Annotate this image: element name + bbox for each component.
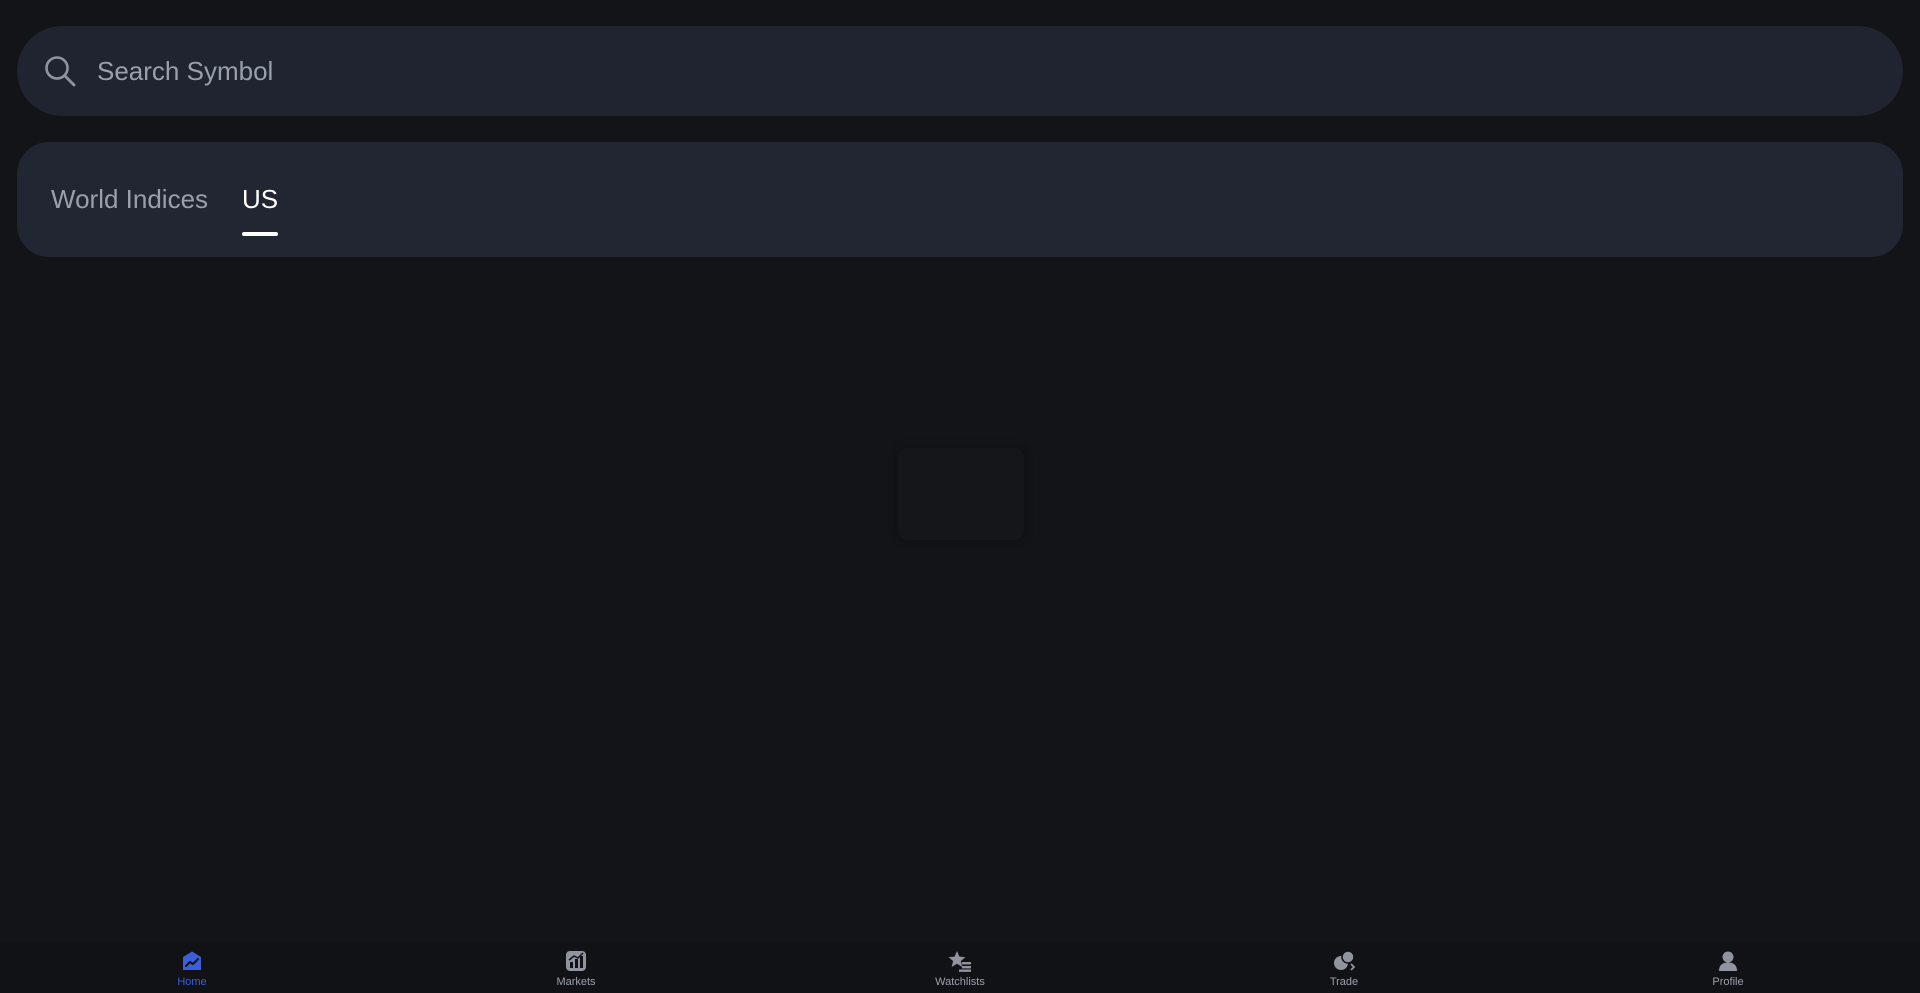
search-bar[interactable] [17, 26, 1903, 116]
tabs-bar: World Indices US [17, 142, 1903, 257]
profile-icon [1716, 949, 1740, 973]
tab-world-indices[interactable]: World Indices [51, 170, 208, 230]
bottom-nav: Home Markets Watchlists Trade Profile [0, 943, 1920, 993]
trade-icon [1332, 949, 1356, 973]
nav-trade-label: Trade [1329, 975, 1359, 988]
star-list-icon [948, 949, 972, 973]
nav-watchlists[interactable]: Watchlists [768, 943, 1152, 993]
search-input[interactable] [97, 41, 1903, 101]
tab-label: US [242, 184, 279, 214]
app-root: World Indices US Home [0, 0, 1920, 993]
loading-placeholder [898, 448, 1024, 540]
search-icon [43, 54, 77, 88]
nav-watchlists-label: Watchlists [935, 975, 985, 988]
nav-profile[interactable]: Profile [1536, 943, 1920, 993]
tab-us[interactable]: US [242, 170, 279, 236]
nav-profile-label: Profile [1712, 975, 1744, 988]
nav-markets-label: Markets [556, 975, 596, 988]
active-tab-indicator [242, 231, 279, 236]
nav-home-label: Home [177, 975, 207, 988]
nav-trade[interactable]: Trade [1152, 943, 1536, 993]
nav-home[interactable]: Home [0, 943, 384, 993]
markets-chart-icon [564, 949, 588, 973]
nav-markets[interactable]: Markets [384, 943, 768, 993]
tab-label: World Indices [51, 184, 209, 214]
home-chart-icon [180, 949, 204, 973]
